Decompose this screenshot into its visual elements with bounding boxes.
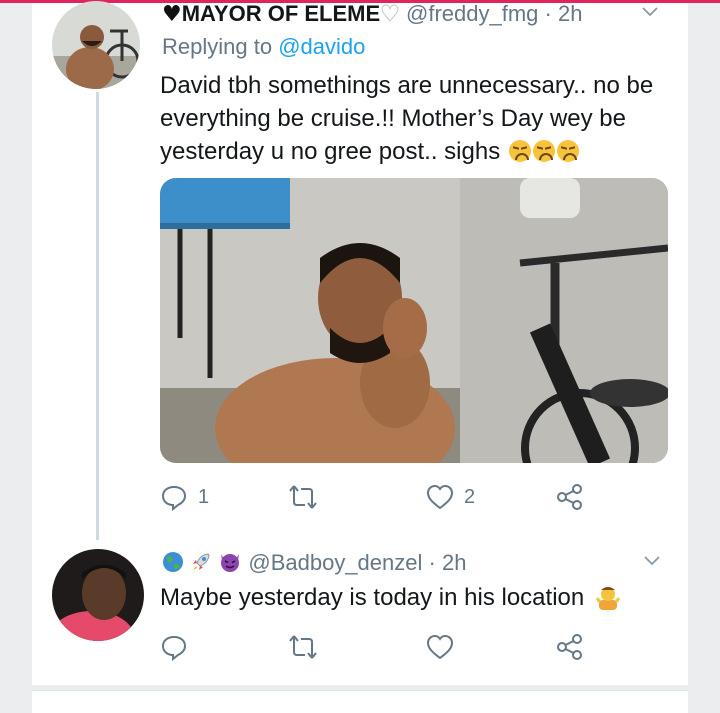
tweet-header: @Badboy_denzel · 2h	[162, 549, 466, 577]
disappointed-face-icon	[556, 140, 579, 162]
heart-icon	[426, 484, 454, 510]
share-icon	[557, 484, 582, 510]
rocket-icon	[193, 553, 210, 570]
disappointed-face-icon	[508, 140, 531, 162]
user-handle[interactable]: @Badboy_denzel	[248, 550, 422, 575]
heart-icon	[426, 634, 454, 660]
like-button[interactable]: 2	[426, 482, 475, 512]
reply-count: 1	[198, 485, 210, 508]
display-name[interactable]: MAYOR OF ELEME	[182, 1, 380, 26]
black-heart-icon: ♥	[162, 2, 182, 27]
retweet-icon	[289, 485, 317, 509]
chevron-down-icon[interactable]	[642, 7, 658, 17]
person-shrugging-icon	[595, 584, 621, 610]
reply-icon	[161, 635, 187, 661]
replying-to-label: Replying to	[162, 34, 273, 59]
retweet-icon	[289, 635, 317, 659]
next-card-edge	[32, 690, 688, 713]
like-button[interactable]	[426, 632, 464, 662]
replying-to-handle-link[interactable]: @davido	[278, 34, 365, 59]
tweet-image[interactable]	[160, 178, 668, 463]
thread-connector-line	[96, 92, 99, 540]
reply-button[interactable]	[160, 632, 198, 662]
tweet-text: Maybe yesterday is today in his location	[160, 581, 660, 614]
globe-icon	[163, 552, 183, 572]
devil-icon	[221, 554, 240, 572]
replying-to: Replying to @davido	[162, 34, 365, 60]
share-button[interactable]	[556, 482, 584, 512]
tweet-actions: 1 2	[160, 482, 600, 512]
avatar[interactable]	[52, 1, 140, 89]
reply-button[interactable]: 1	[160, 482, 209, 512]
retweet-button[interactable]	[288, 482, 328, 512]
like-count: 2	[464, 485, 476, 508]
tweet-text: David tbh somethings are unnecessary.. n…	[160, 69, 680, 168]
tweet-header: ♥MAYOR OF ELEME♥ @freddy_fmg · 2h	[162, 0, 582, 29]
retweet-button[interactable]	[288, 632, 328, 662]
tweet-text-body: Maybe yesterday is today in his location	[160, 584, 585, 611]
reply-icon	[161, 485, 187, 511]
timestamp[interactable]: · 2h	[545, 1, 583, 26]
avatar[interactable]	[52, 549, 144, 641]
share-button[interactable]	[556, 632, 584, 662]
chevron-down-icon[interactable]	[644, 556, 660, 566]
white-heart-icon: ♥	[380, 2, 401, 28]
tweet-actions	[160, 632, 600, 662]
share-icon	[557, 634, 582, 660]
disappointed-face-icon	[532, 140, 555, 162]
timestamp[interactable]: · 2h	[429, 550, 467, 575]
user-handle[interactable]: @freddy_fmg	[406, 1, 538, 26]
tweet-text-body: David tbh somethings are unnecessary.. n…	[160, 72, 654, 165]
